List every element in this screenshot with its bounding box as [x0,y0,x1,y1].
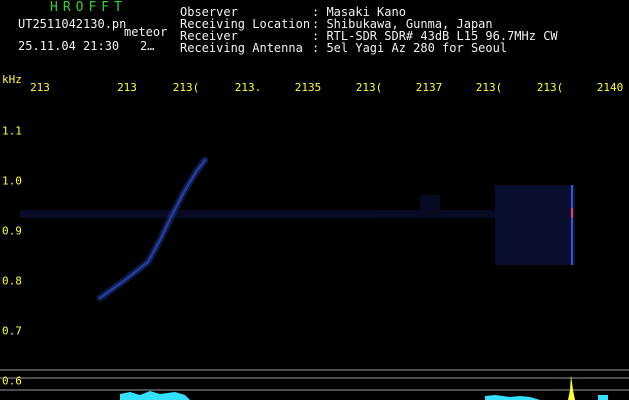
signal-level [598,395,608,400]
meteor-trace-glow [96,156,209,302]
signal-spike [568,375,575,400]
spectrogram [0,156,629,400]
signal-level [120,391,190,400]
signal-level [485,395,540,400]
noise-band [20,185,575,265]
